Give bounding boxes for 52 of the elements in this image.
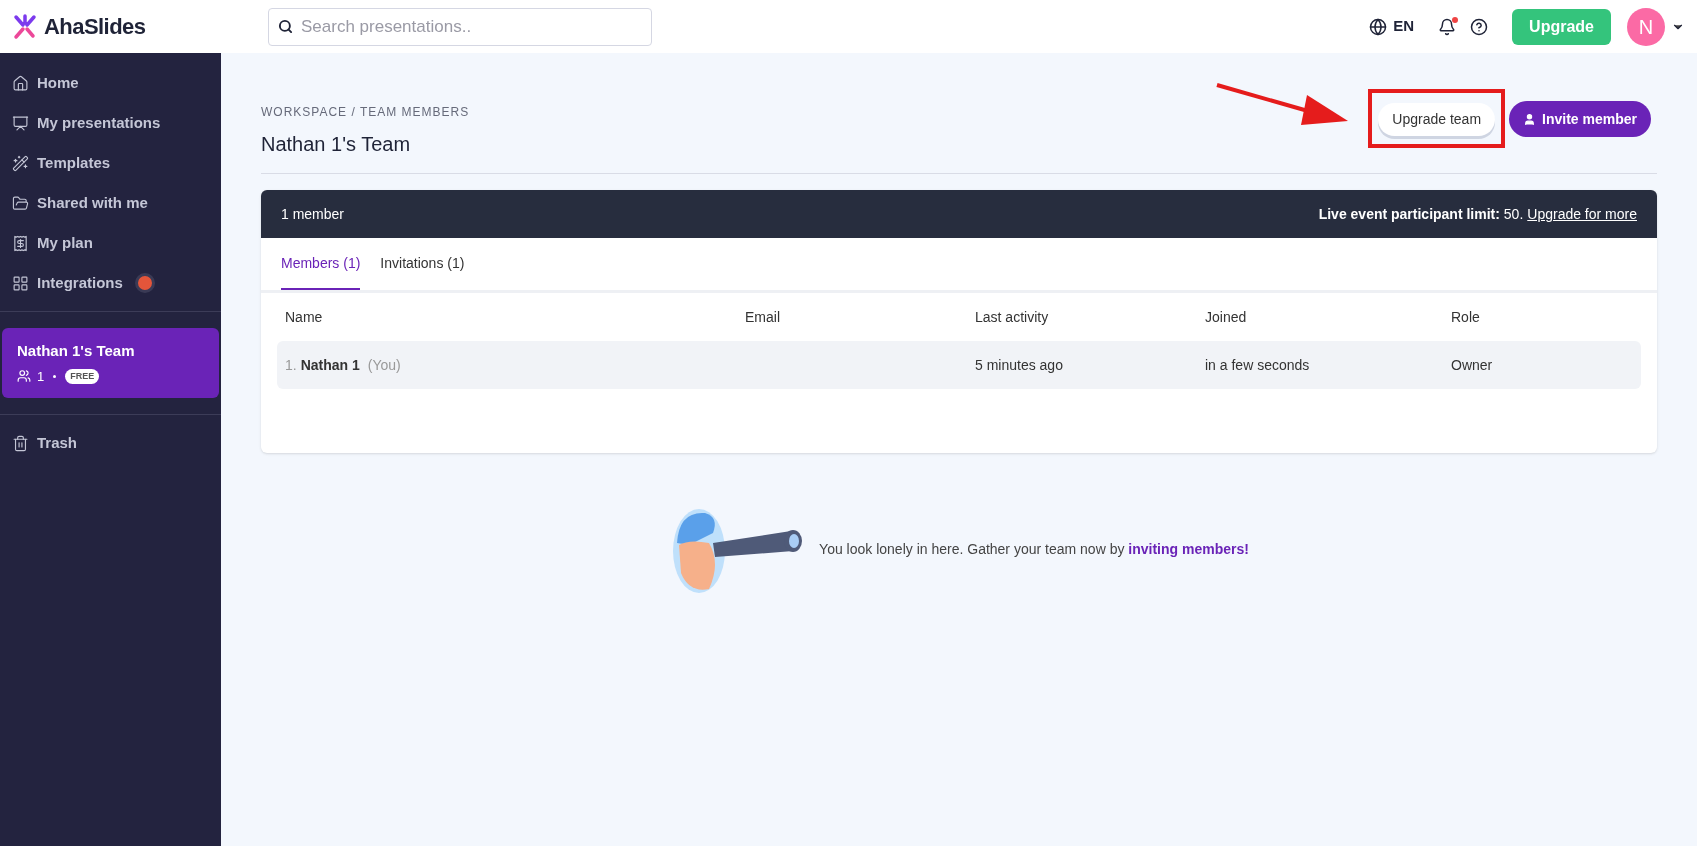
team-card[interactable]: Nathan 1's Team 1 FREE — [2, 328, 219, 398]
sidebar-item[interactable]: My presentations — [0, 103, 221, 143]
logo-text: AhaSlides — [44, 13, 146, 41]
trash-icon — [12, 434, 29, 452]
sidebar-item[interactable]: My plan — [0, 223, 221, 263]
grid-icon — [12, 274, 29, 292]
invite-link[interactable]: inviting members! — [1128, 540, 1249, 557]
empty-state-message: You look lonely in here. Gather your team now by inviting members! — [819, 539, 1249, 559]
receipt-icon — [12, 234, 29, 252]
help-icon[interactable] — [1470, 17, 1489, 36]
table-cell-text: Owner — [1451, 355, 1494, 375]
page-title: Nathan 1's Team — [261, 132, 412, 157]
users-icon — [17, 369, 31, 384]
upgrade-team-button[interactable]: Upgrade team — [1378, 102, 1496, 136]
powerpoint-icon — [134, 273, 155, 293]
sidebar-item[interactable]: Shared with me — [0, 183, 221, 223]
member-count: 1 — [37, 367, 45, 386]
tab[interactable]: Invitations (1) — [380, 238, 465, 290]
upgrade-link[interactable]: Upgrade for more — [1527, 203, 1637, 225]
folder-icon — [12, 194, 29, 212]
home-icon — [12, 74, 29, 92]
logo-icon — [12, 13, 38, 40]
you-label: (You) — [367, 355, 401, 375]
plan-badge: FREE — [65, 368, 100, 384]
language-selector[interactable]: EN — [1393, 15, 1415, 38]
tab[interactable]: Members (1) — [281, 238, 361, 290]
breadcrumb: WORKSPACE / TEAM MEMBERS — [261, 104, 470, 121]
member-name: Nathan 1 — [300, 355, 360, 375]
column-header: Role — [1451, 307, 1481, 327]
notification-icon[interactable] — [1438, 17, 1457, 36]
column-header: Name — [285, 307, 324, 327]
table-cell-text: 5 minutes ago — [975, 355, 1064, 375]
search-icon — [278, 18, 293, 34]
sidebar-item[interactable]: Home — [0, 63, 221, 103]
search-field[interactable]: Search presentations.. — [268, 7, 652, 46]
column-header: Joined — [1205, 307, 1248, 327]
sidebar-item[interactable]: Integrations — [0, 263, 221, 303]
column-header: Email — [745, 307, 781, 327]
column-header: Last activity — [975, 307, 1050, 327]
row-number: 1. — [285, 355, 297, 375]
team-name: Nathan 1's Team — [17, 341, 136, 361]
sidebar-item[interactable]: Templates — [0, 143, 221, 183]
table-cell-text: in a few seconds — [1205, 355, 1311, 375]
user-icon — [1523, 112, 1537, 126]
invite-member-button[interactable]: Invite member — [1509, 101, 1651, 137]
limit-text: Live event participant limit: 50. — [1318, 204, 1524, 224]
member-count-text: 1 member — [281, 204, 345, 224]
wand-icon — [12, 154, 29, 172]
presentation-icon — [12, 114, 29, 132]
globe-icon[interactable] — [1369, 17, 1388, 36]
sidebar-item[interactable]: Trash — [0, 423, 221, 463]
dot-separator — [53, 374, 57, 378]
